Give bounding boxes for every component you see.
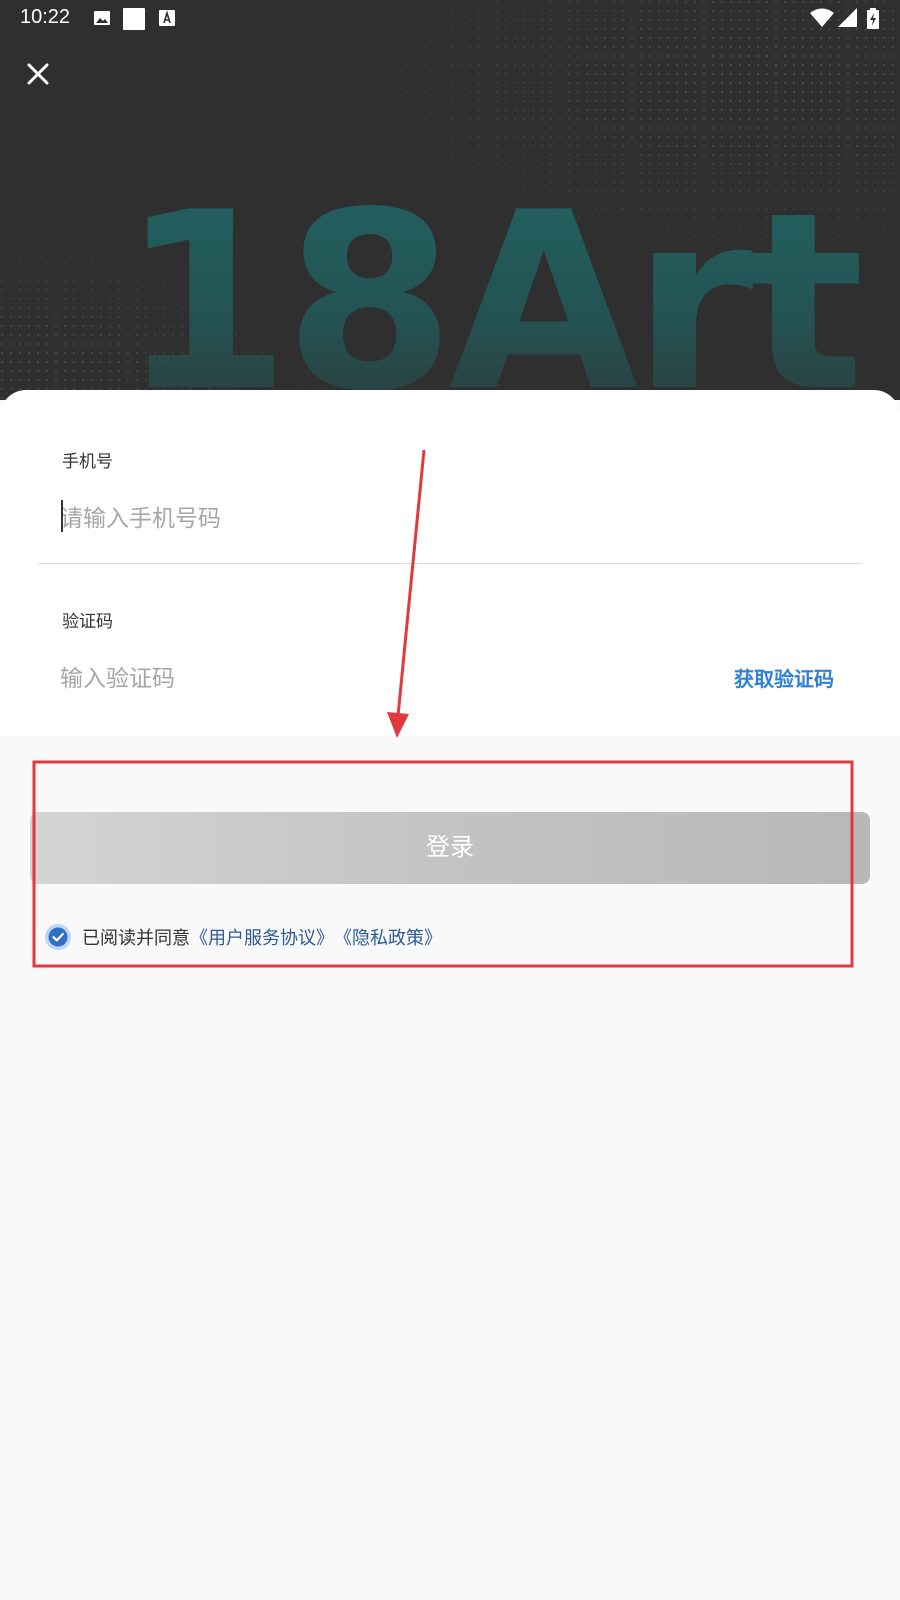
- terms-link[interactable]: 《用户服务协议》: [190, 924, 334, 950]
- get-code-button[interactable]: 获取验证码: [734, 663, 834, 692]
- battery-icon: [867, 8, 879, 29]
- square-icon: [123, 8, 145, 30]
- login-button[interactable]: 登录: [30, 812, 870, 884]
- text-caret: [61, 500, 63, 532]
- image-icon: [94, 11, 110, 25]
- code-label: 验证码: [62, 612, 113, 631]
- wifi-icon: [810, 8, 834, 27]
- phone-label: 手机号: [62, 452, 113, 471]
- field-divider: [38, 563, 862, 564]
- status-bar: 10:22: [0, 0, 900, 36]
- agreement-row: 已阅读并同意 《用户服务协议》 《隐私政策》: [44, 922, 442, 952]
- code-input[interactable]: [60, 658, 620, 698]
- font-icon: [159, 10, 175, 26]
- check-circle-icon[interactable]: [44, 923, 72, 951]
- agreement-text: 已阅读并同意: [82, 928, 190, 948]
- brand-logo-text: 18Art: [120, 180, 864, 400]
- status-time: 10:22: [20, 6, 71, 28]
- privacy-link[interactable]: 《隐私政策》: [334, 924, 442, 950]
- signal-icon: [838, 8, 857, 27]
- close-icon[interactable]: [18, 54, 58, 94]
- hero-header: 18Art 10:22: [0, 0, 900, 400]
- phone-input[interactable]: [60, 498, 700, 538]
